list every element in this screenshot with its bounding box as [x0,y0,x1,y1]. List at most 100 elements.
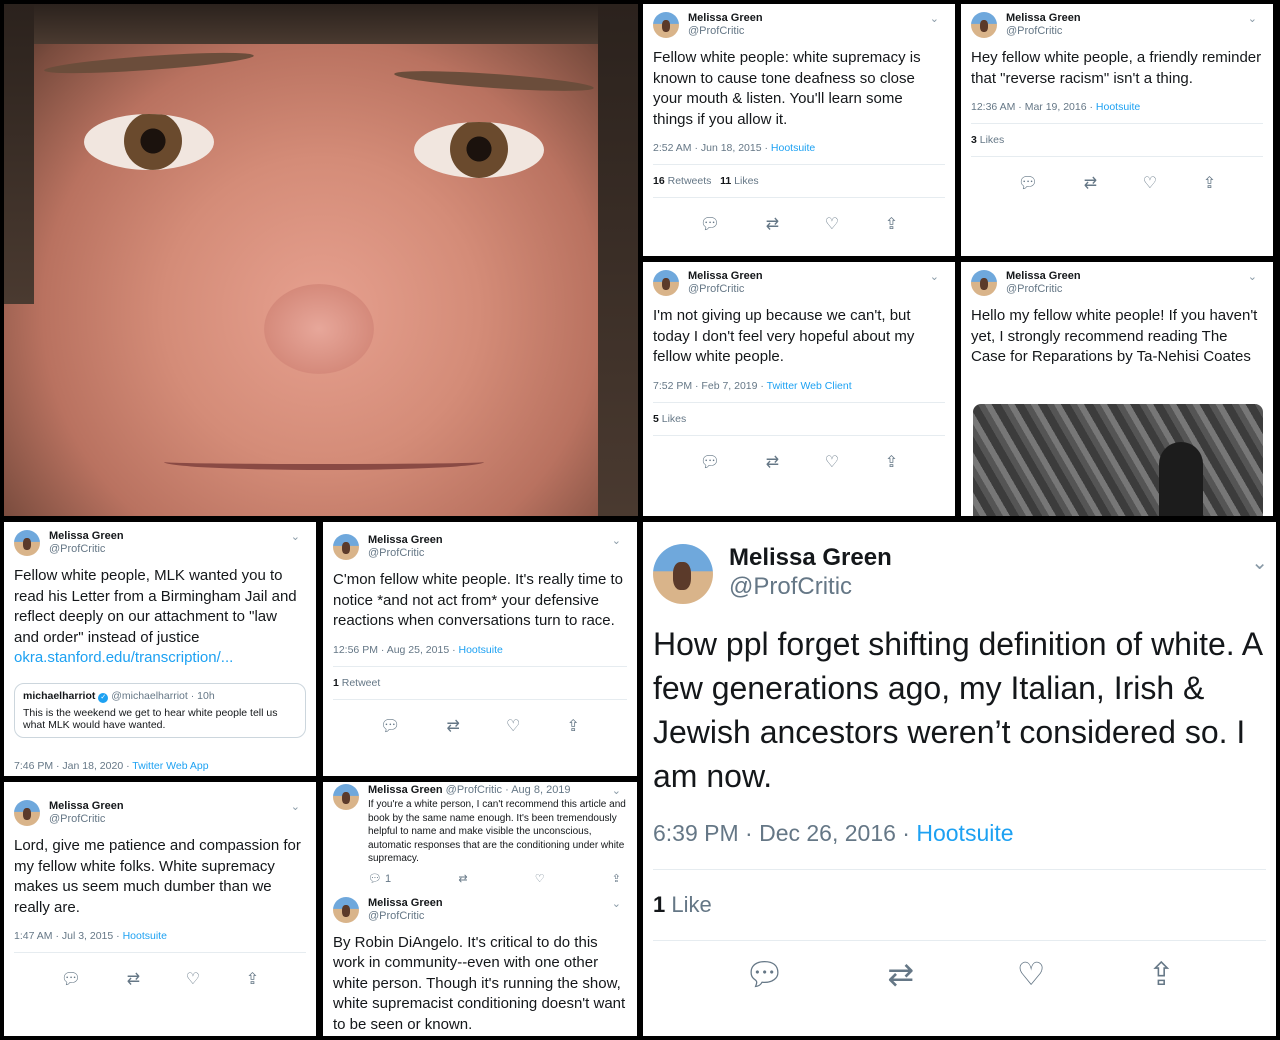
reply-icon[interactable]: 💬︎ 1 [368,872,391,885]
tweet-source[interactable]: Twitter Web Client [767,380,852,392]
chevron-down-icon[interactable]: ⌄ [1248,12,1257,25]
tweet-time[interactable]: 6:39 PM · Dec 26, 2016 · [653,820,916,846]
chevron-down-icon[interactable]: ⌄ [612,784,621,797]
quoted-tweet[interactable]: michaelharriot ✓ @michaelharriot · 10h T… [14,682,306,738]
chevron-down-icon[interactable]: ⌄ [291,800,300,813]
reply-icon[interactable]: 💬︎ [1018,173,1038,193]
tweet-meta: 2:52 AM · Jun 18, 2015 · Hootsuite [653,142,945,154]
tweet-time[interactable]: 1:47 AM · Jul 3, 2015 · [14,930,123,942]
mouth [164,454,484,470]
user-name[interactable]: Melissa Green [729,544,892,572]
tweet-time[interactable]: 2:52 AM · Jun 18, 2015 · [653,142,771,154]
chevron-down-icon[interactable]: ⌄ [612,897,621,910]
reply-icon[interactable]: 💬︎ [744,955,785,993]
retweet-icon[interactable]: ⇄ [447,716,460,736]
tweet-source[interactable]: Hootsuite [916,820,1013,846]
avatar[interactable] [653,12,679,38]
tweet-time[interactable]: 7:46 PM · Jan 18, 2020 · [14,760,132,772]
tweet-card: Melissa Green @ProfCritic ⌄ Fellow white… [643,4,955,256]
reply-icon[interactable]: 💬︎ [700,452,720,472]
avatar[interactable] [333,784,359,810]
tweet-time[interactable]: 7:52 PM · Feb 7, 2019 · [653,380,767,392]
user-handle[interactable]: @ProfCritic [688,25,763,38]
user-handle[interactable]: @ProfCritic [1006,283,1081,296]
chevron-down-icon[interactable]: ⌄ [1251,550,1268,575]
share-icon[interactable]: ⇪ [885,214,898,234]
avatar[interactable] [971,12,997,38]
user-handle[interactable]: @ProfCritic [1006,25,1081,38]
retweet-icon[interactable]: ⇄ [1084,173,1097,193]
user-handle[interactable]: @ProfCritic [368,910,443,923]
tweet-time[interactable]: 12:36 AM · Mar 19, 2016 · [971,101,1096,113]
share-icon[interactable]: ⇪ [885,452,898,472]
chevron-down-icon[interactable]: ⌄ [612,534,621,547]
chevron-down-icon[interactable]: ⌄ [1248,270,1257,283]
tweet-link[interactable]: okra.stanford.edu/transcription/... [14,649,233,666]
chevron-down-icon[interactable]: ⌄ [291,530,300,543]
retweet-icon[interactable]: ⇄ [766,214,779,234]
like-icon[interactable]: ♡ [506,716,520,736]
tweet-card: Melissa Green @ProfCritic ⌄ Fellow white… [4,522,316,776]
user-handle[interactable]: @ProfCritic [49,543,124,556]
tweet-source[interactable]: Hootsuite [771,142,815,154]
share-icon[interactable]: ⇪ [567,716,580,736]
retweet-icon[interactable]: ⇄ [127,969,140,989]
tweet-text: Hello my fellow white people! If you hav… [971,307,1258,365]
tweet-source[interactable]: Hootsuite [1096,101,1140,113]
user-handle[interactable]: @ProfCritic [49,813,124,826]
reply-icon[interactable]: 💬︎ [700,214,720,234]
avatar[interactable] [14,530,40,556]
avatar[interactable] [14,800,40,826]
retweet-icon[interactable]: ⇄ [458,872,467,885]
avatar[interactable] [653,270,679,296]
user-name[interactable]: Melissa Green [1006,270,1081,283]
retweet-icon[interactable]: ⇄ [887,955,914,993]
user-handle[interactable]: @ProfCritic [729,572,892,602]
like-icon[interactable]: ♡ [1017,955,1046,993]
tweet-card: Melissa Green @ProfCritic ⌄ Lord, give m… [4,782,316,1036]
tweet-text: Fellow white people, MLK wanted you to r… [14,567,297,666]
tweet-source[interactable]: Hootsuite [459,644,503,656]
tweet-text: Hey fellow white people, a friendly remi… [971,49,1262,87]
user-name[interactable]: Melissa Green [688,12,763,25]
tweet-time[interactable]: 12:56 PM · Aug 25, 2015 · [333,644,459,656]
user-name[interactable]: Melissa Green [368,897,443,910]
avatar[interactable] [333,896,359,923]
retweet-icon[interactable]: ⇄ [766,452,779,472]
tweet-source[interactable]: Twitter Web App [132,760,208,772]
chevron-down-icon[interactable]: ⌄ [930,12,939,25]
share-icon[interactable]: ⇪ [612,872,621,885]
tweet-text: Fellow white people: white supremacy is … [653,49,921,128]
user-handle[interactable]: @ProfCritic [368,547,443,560]
user-name[interactable]: Melissa Green [368,534,443,547]
user-name[interactable]: Melissa Green [688,270,763,283]
share-icon[interactable]: ⇪ [246,969,259,989]
like-icon[interactable]: ♡ [186,969,200,989]
tweet-card: Melissa Green @ProfCritic ⌄ How ppl forg… [643,522,1276,1036]
like-icon[interactable]: ♡ [535,872,545,885]
tweet-meta: 7:46 PM · Jan 18, 2020 · Twitter Web App [14,760,306,772]
avatar[interactable] [971,270,997,296]
reply-icon[interactable]: 💬︎ [61,969,81,989]
tweet-card: Melissa Green @ProfCritic ⌄ I'm not givi… [643,262,955,516]
tweet-text: If you're a white person, I can't recomm… [368,799,626,864]
right-eyebrow [393,67,595,95]
share-icon[interactable]: ⇪ [1203,173,1216,193]
user-handle[interactable]: @ProfCritic [688,283,763,296]
user-name[interactable]: Melissa Green [368,784,443,796]
avatar[interactable] [653,544,713,604]
tweet-source[interactable]: Hootsuite [123,930,167,942]
share-icon[interactable]: ⇪ [1148,955,1175,993]
like-icon[interactable]: ♡ [825,214,839,234]
user-name[interactable]: Melissa Green [49,530,124,543]
like-icon[interactable]: ♡ [1143,173,1157,193]
reply-icon[interactable]: 💬︎ [380,716,400,736]
user-name[interactable]: Melissa Green [1006,12,1081,25]
avatar[interactable] [333,534,359,560]
tweet-image[interactable] [973,404,1263,516]
like-icon[interactable]: ♡ [825,452,839,472]
user-handle[interactable]: @ProfCritic · Aug 8, 2019 [446,784,571,796]
tweet-card: Melissa Green @ProfCritic ⌄ C'mon fellow… [323,522,637,776]
chevron-down-icon[interactable]: ⌄ [930,270,939,283]
user-name[interactable]: Melissa Green [49,800,124,813]
